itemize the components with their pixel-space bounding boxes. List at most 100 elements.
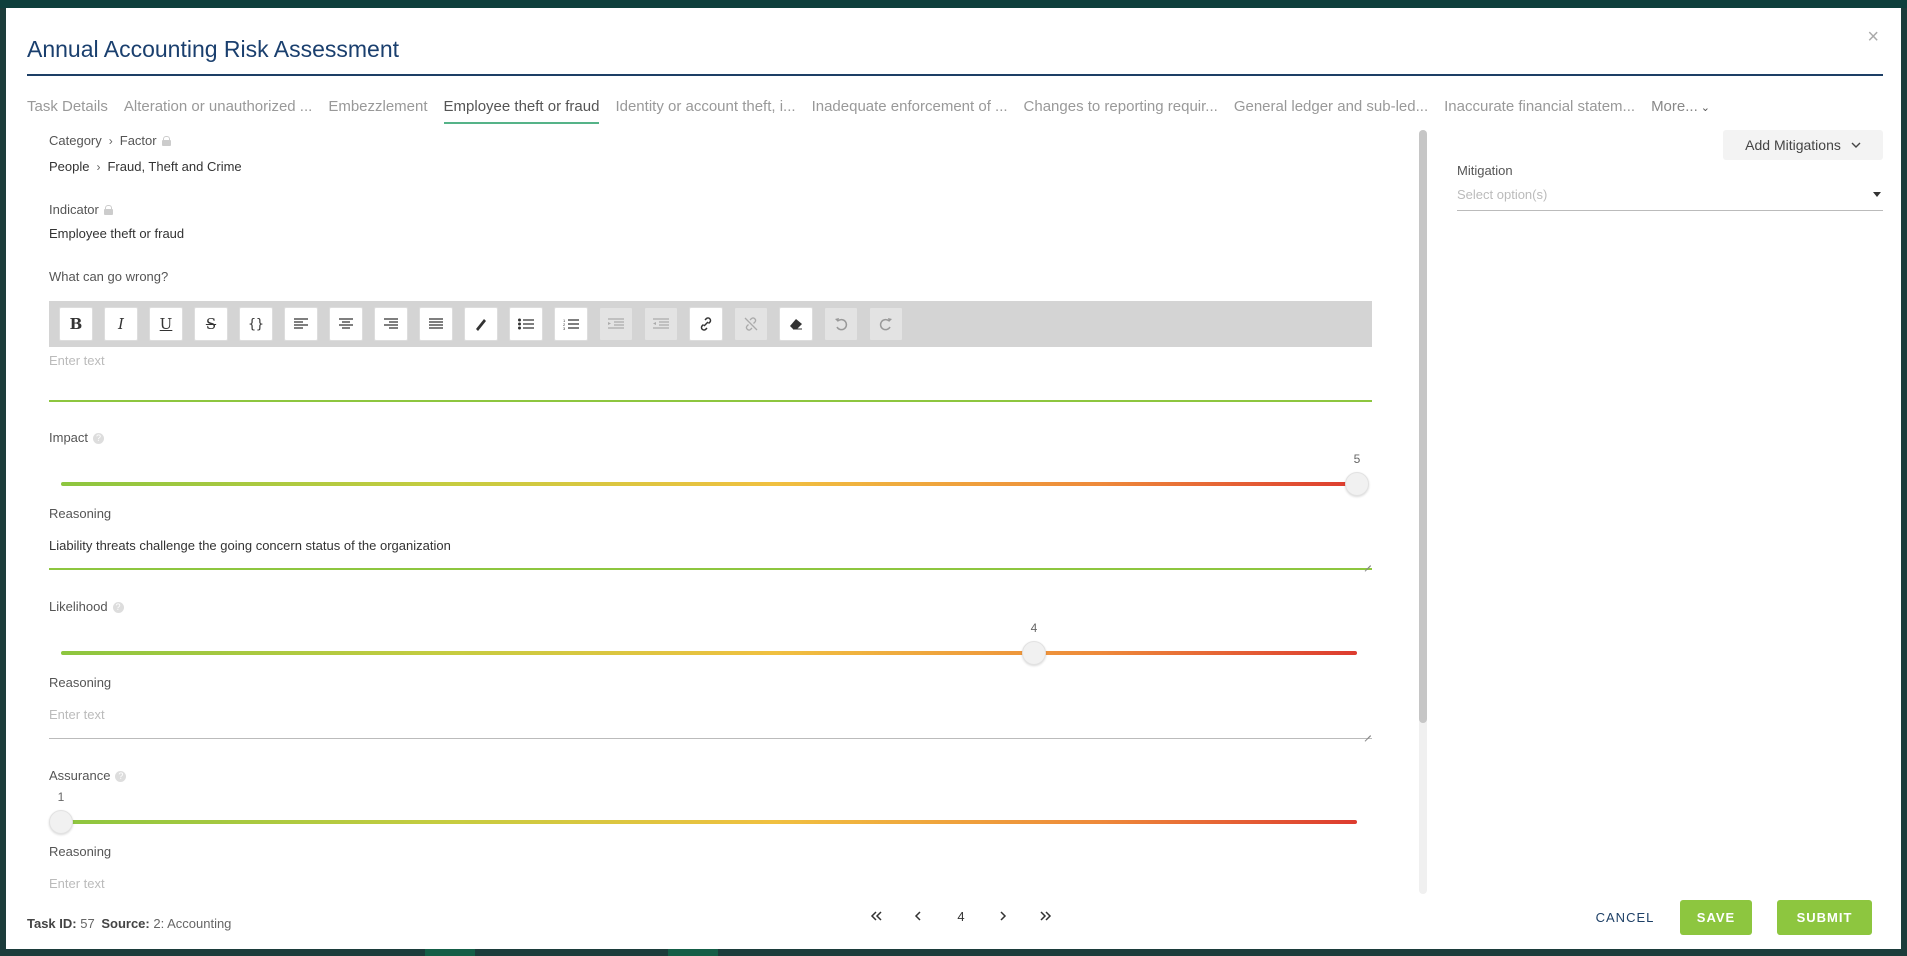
underline-icon[interactable]: U bbox=[149, 307, 183, 341]
align-left-icon[interactable] bbox=[284, 307, 318, 341]
title-divider bbox=[27, 74, 1883, 76]
lock-icon bbox=[103, 205, 113, 215]
indicator-value: Employee theft or fraud bbox=[49, 226, 185, 241]
tab-inaccurate-statements[interactable]: Inaccurate financial statem... bbox=[1444, 90, 1635, 124]
current-page: 4 bbox=[957, 908, 965, 924]
assurance-slider-handle[interactable] bbox=[49, 810, 73, 834]
impact-slider-handle[interactable] bbox=[1345, 472, 1369, 496]
likelihood-reasoning-label: Reasoning bbox=[49, 675, 112, 690]
mitigation-label: Mitigation bbox=[1457, 163, 1513, 178]
impact-slider-track[interactable] bbox=[61, 482, 1357, 486]
resize-handle-icon[interactable] bbox=[1363, 558, 1371, 566]
save-button[interactable]: SAVE bbox=[1680, 900, 1752, 935]
help-icon[interactable]: ? bbox=[115, 771, 127, 782]
source-value: 2: Accounting bbox=[153, 916, 232, 931]
lock-icon bbox=[161, 136, 171, 146]
category-header: Category › Factor bbox=[49, 132, 171, 148]
submit-button[interactable]: SUBMIT bbox=[1777, 900, 1872, 935]
strikethrough-icon[interactable]: S bbox=[194, 307, 228, 341]
impact-reasoning-label: Reasoning bbox=[49, 506, 112, 521]
add-mitigations-button[interactable]: Add Mitigations bbox=[1723, 130, 1883, 160]
likelihood-reasoning-textarea[interactable]: Enter text bbox=[49, 699, 1372, 739]
what-can-go-wrong-label: What can go wrong? bbox=[49, 269, 169, 284]
modal-title: Annual Accounting Risk Assessment bbox=[27, 36, 400, 62]
align-center-icon[interactable] bbox=[329, 307, 363, 341]
assurance-reasoning-textarea[interactable]: Enter text bbox=[49, 868, 1372, 894]
likelihood-slider-track[interactable] bbox=[61, 651, 1357, 655]
assurance-value: 1 bbox=[57, 790, 65, 804]
align-justify-icon[interactable] bbox=[419, 307, 453, 341]
tab-more-label: More... bbox=[1651, 98, 1698, 115]
tab-alteration[interactable]: Alteration or unauthorized ... bbox=[124, 90, 312, 124]
scrollbar-thumb[interactable] bbox=[1419, 130, 1427, 723]
unlink-icon[interactable] bbox=[734, 307, 768, 341]
first-page-icon[interactable] bbox=[864, 904, 888, 928]
last-page-icon[interactable] bbox=[1034, 904, 1058, 928]
assurance-header: Assurance? bbox=[49, 767, 127, 783]
tab-employee-theft[interactable]: Employee theft or fraud bbox=[443, 90, 600, 124]
tab-bar: Task Details Alteration or unauthorized … bbox=[27, 90, 1726, 124]
undo-icon[interactable] bbox=[824, 307, 858, 341]
backdrop-element bbox=[425, 948, 475, 956]
backdrop-topbar bbox=[0, 0, 1907, 8]
tab-inadequate-enforcement[interactable]: Inadequate enforcement of ... bbox=[812, 90, 1008, 124]
editor-placeholder: Enter text bbox=[49, 353, 105, 368]
chevron-right-icon: › bbox=[108, 134, 113, 148]
likelihood-slider-handle[interactable] bbox=[1022, 641, 1046, 665]
tab-embezzlement[interactable]: Embezzlement bbox=[328, 90, 427, 124]
code-icon[interactable]: {} bbox=[239, 307, 273, 341]
bullet-list-icon[interactable] bbox=[509, 307, 543, 341]
help-icon[interactable]: ? bbox=[112, 602, 124, 613]
bold-icon[interactable]: B bbox=[59, 307, 93, 341]
source-label: Source: bbox=[101, 916, 150, 931]
svg-text:3: 3 bbox=[563, 326, 566, 330]
mitigation-placeholder: Select option(s) bbox=[1457, 187, 1548, 202]
form-panel: Category › Factor People › Fraud, Theft and … bbox=[43, 130, 1373, 894]
task-info: Task ID: 57 Source: 2: Accounting bbox=[27, 916, 231, 931]
indent-icon[interactable] bbox=[644, 307, 678, 341]
assurance-label: Assurance bbox=[49, 768, 111, 783]
eraser-icon[interactable] bbox=[779, 307, 813, 341]
category-value: People bbox=[49, 159, 90, 174]
likelihood-header: Likelihood? bbox=[49, 598, 124, 614]
task-id-value: 57 bbox=[80, 916, 95, 931]
link-icon[interactable] bbox=[689, 307, 723, 341]
highlight-icon[interactable] bbox=[464, 307, 498, 341]
italic-icon[interactable]: I bbox=[104, 307, 138, 341]
prev-page-icon[interactable] bbox=[906, 904, 930, 928]
resize-handle-icon[interactable] bbox=[1363, 728, 1371, 736]
likelihood-label: Likelihood bbox=[49, 599, 108, 614]
tab-task-details[interactable]: Task Details bbox=[27, 90, 108, 124]
redo-icon[interactable] bbox=[869, 307, 903, 341]
cancel-button[interactable]: CANCEL bbox=[1591, 900, 1659, 934]
next-page-icon[interactable] bbox=[991, 904, 1015, 928]
impact-reasoning-textarea[interactable]: Liability threats challenge the going co… bbox=[49, 530, 1372, 570]
tab-identity-theft[interactable]: Identity or account theft, i... bbox=[615, 90, 795, 124]
help-icon[interactable]: ? bbox=[93, 433, 105, 444]
impact-header: Impact? bbox=[49, 429, 105, 445]
task-id-label: Task ID: bbox=[27, 916, 77, 931]
caret-down-icon bbox=[1873, 192, 1881, 197]
numbered-list-icon[interactable]: 123 bbox=[554, 307, 588, 341]
category-breadcrumb: People › Fraud, Theft and Crime bbox=[49, 158, 242, 174]
assurance-reasoning-placeholder: Enter text bbox=[49, 876, 105, 891]
assessment-modal: Annual Accounting Risk Assessment × Task… bbox=[6, 8, 1901, 949]
rich-text-toolbar: B I U S {} 123 bbox=[49, 301, 1372, 347]
indicator-header: Indicator bbox=[49, 201, 113, 217]
align-right-icon[interactable] bbox=[374, 307, 408, 341]
chevron-down-icon: ⌄ bbox=[1700, 102, 1710, 114]
mitigation-select[interactable]: Select option(s) bbox=[1457, 187, 1883, 211]
assurance-slider-track[interactable] bbox=[61, 820, 1357, 824]
tab-general-ledger[interactable]: General ledger and sub-led... bbox=[1234, 90, 1428, 124]
backdrop-element bbox=[668, 948, 718, 956]
indicator-label: Indicator bbox=[49, 202, 99, 217]
tab-reporting-changes[interactable]: Changes to reporting requir... bbox=[1024, 90, 1218, 124]
tab-more[interactable]: More... ⌄ bbox=[1651, 90, 1710, 124]
chevron-right-icon: › bbox=[96, 160, 101, 174]
what-can-go-wrong-editor[interactable]: Enter text bbox=[49, 347, 1372, 402]
close-icon[interactable]: × bbox=[1867, 26, 1879, 49]
assurance-reasoning-label: Reasoning bbox=[49, 844, 112, 859]
impact-value: 5 bbox=[1353, 452, 1361, 466]
factor-value: Fraud, Theft and Crime bbox=[107, 159, 242, 174]
outdent-icon[interactable] bbox=[599, 307, 633, 341]
